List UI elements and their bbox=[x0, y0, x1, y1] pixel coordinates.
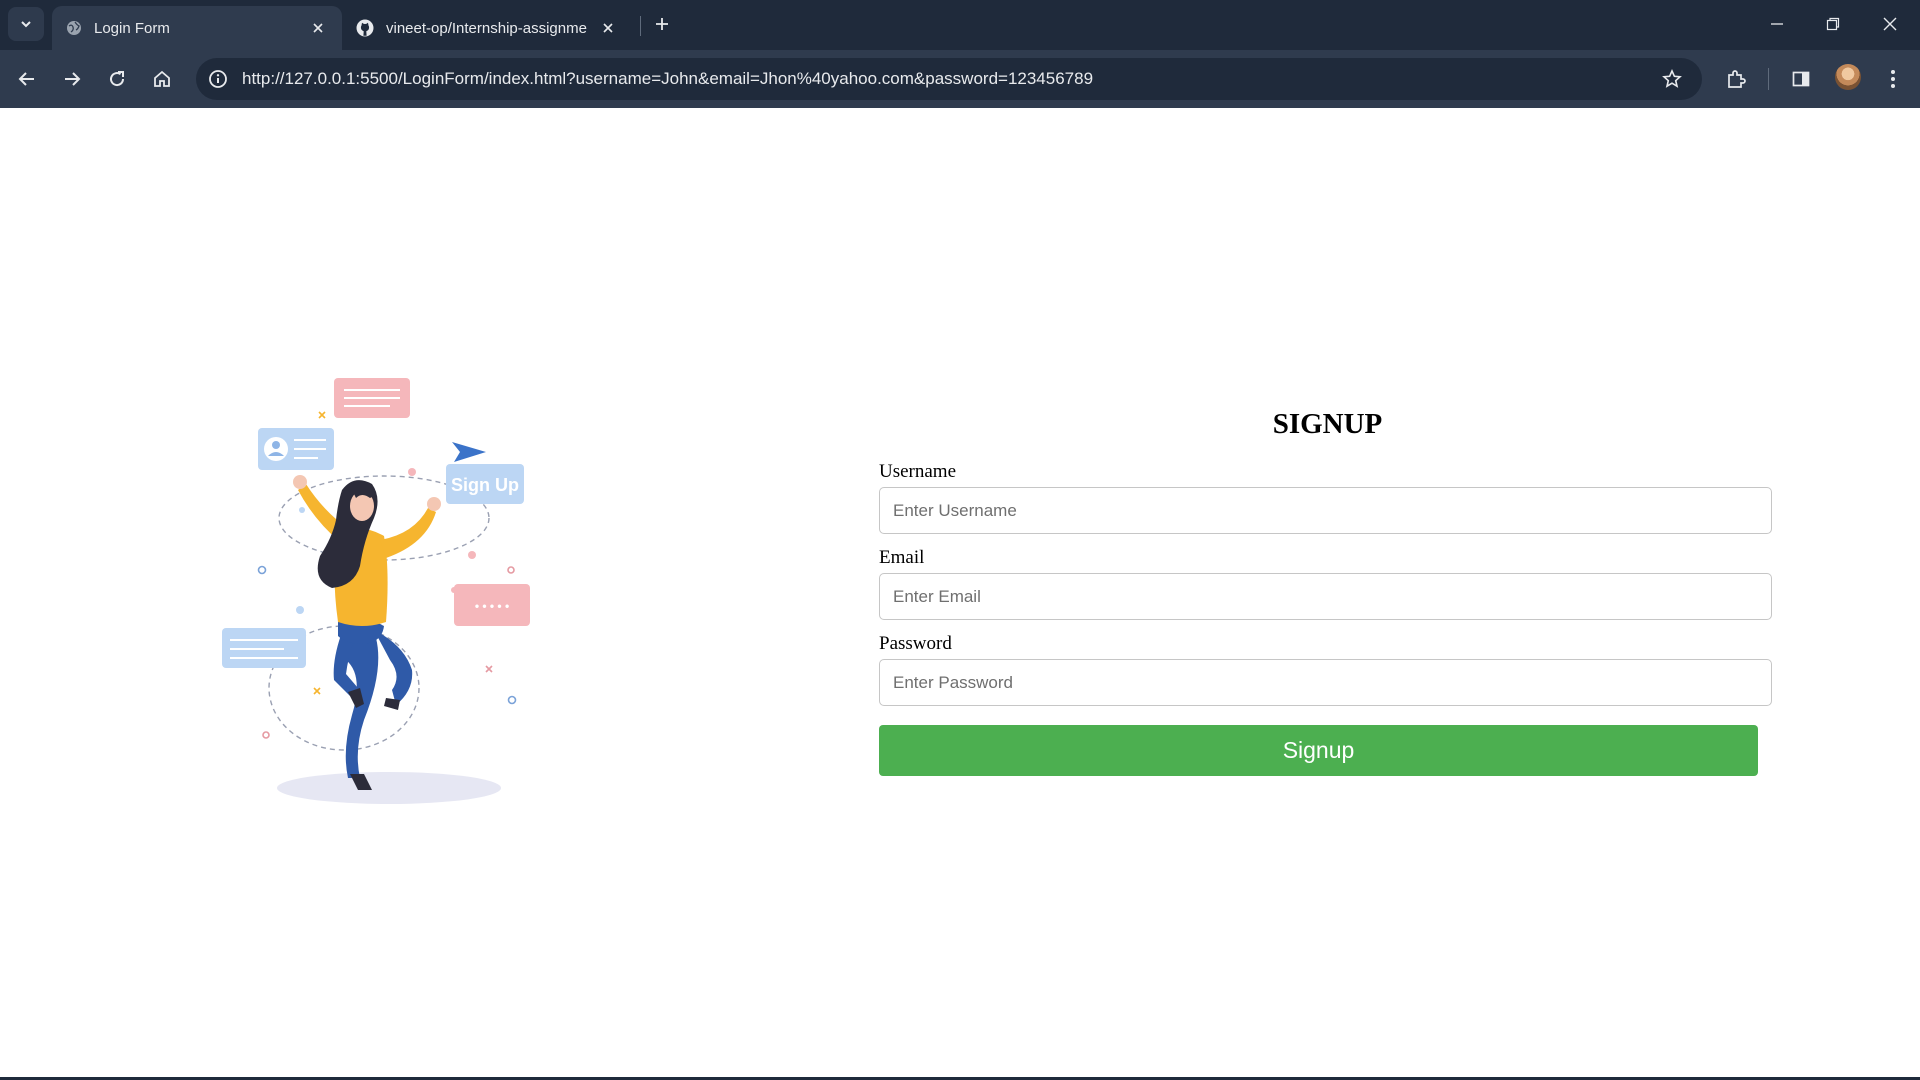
puzzle-icon bbox=[1728, 70, 1746, 88]
forward-button[interactable] bbox=[59, 66, 85, 92]
minimize-button[interactable] bbox=[1765, 12, 1789, 36]
arrow-right-icon bbox=[65, 72, 81, 86]
tab-login-form[interactable]: Login Form bbox=[52, 6, 342, 50]
address-url[interactable]: http://127.0.0.1:5500/LoginForm/index.ht… bbox=[242, 69, 1093, 89]
signup-title: SIGNUP bbox=[1272, 408, 1383, 440]
username-input[interactable] bbox=[879, 487, 1772, 534]
ground-shadow bbox=[277, 772, 501, 804]
reload-icon bbox=[110, 71, 125, 87]
email-input[interactable] bbox=[879, 573, 1772, 620]
minimize-icon bbox=[1771, 23, 1783, 25]
paper-plane-icon bbox=[452, 442, 486, 462]
close-tab-icon[interactable] bbox=[598, 18, 618, 38]
signup-illustration: Sign Up • • • • • bbox=[222, 378, 530, 804]
tab-strip: Login Form vineet-op/Internship-assignme bbox=[0, 0, 1920, 50]
username-label: Username bbox=[879, 461, 957, 482]
tab-search-button[interactable] bbox=[8, 7, 44, 41]
tab-title: vineet-op/Internship-assignme bbox=[386, 19, 587, 37]
close-tab-icon[interactable] bbox=[308, 18, 328, 38]
tab-title: Login Form bbox=[94, 19, 170, 37]
tab-github[interactable]: vineet-op/Internship-assignme bbox=[342, 6, 632, 50]
side-panel-button[interactable] bbox=[1788, 66, 1814, 92]
arrow-left-icon bbox=[18, 72, 34, 86]
page-content: Sign Up • • • • • SIGNUP Username Enter … bbox=[0, 108, 1920, 1080]
email-label: Email bbox=[879, 547, 925, 568]
password-card-text: • • • • • bbox=[475, 599, 509, 613]
password-label: Password bbox=[879, 633, 952, 654]
globe-icon bbox=[67, 21, 81, 35]
browser-toolbar: http://127.0.0.1:5500/LoginForm/index.ht… bbox=[0, 50, 1920, 108]
home-button[interactable] bbox=[149, 66, 175, 92]
more-vertical-icon bbox=[1891, 70, 1895, 88]
menu-button[interactable] bbox=[1880, 66, 1906, 92]
back-button[interactable] bbox=[14, 66, 40, 92]
close-window-button[interactable] bbox=[1878, 12, 1902, 36]
sign-up-card-text: Sign Up bbox=[451, 475, 519, 495]
extensions-button[interactable] bbox=[1723, 66, 1749, 92]
github-icon bbox=[356, 19, 374, 37]
side-panel-icon bbox=[1792, 71, 1810, 87]
restore-button[interactable] bbox=[1821, 12, 1845, 36]
new-tab-button[interactable] bbox=[650, 12, 674, 36]
signup-form: SIGNUP Username Email Password Signup bbox=[879, 408, 1772, 776]
home-icon bbox=[154, 70, 170, 87]
reload-button[interactable] bbox=[104, 66, 130, 92]
bookmark-star-icon[interactable] bbox=[1660, 67, 1684, 91]
chevron-down-icon bbox=[21, 21, 31, 28]
profile-avatar[interactable] bbox=[1835, 64, 1861, 90]
signup-button[interactable]: Signup bbox=[879, 725, 1758, 776]
close-icon bbox=[1883, 17, 1897, 31]
plus-icon bbox=[656, 18, 668, 30]
toolbar-divider bbox=[1768, 68, 1769, 90]
tab-divider bbox=[640, 16, 641, 36]
site-info-icon[interactable] bbox=[204, 65, 232, 93]
jumping-woman-figure bbox=[293, 475, 441, 790]
password-input[interactable] bbox=[879, 659, 1772, 706]
address-bar[interactable]: http://127.0.0.1:5500/LoginForm/index.ht… bbox=[196, 58, 1702, 100]
restore-icon bbox=[1826, 17, 1840, 31]
